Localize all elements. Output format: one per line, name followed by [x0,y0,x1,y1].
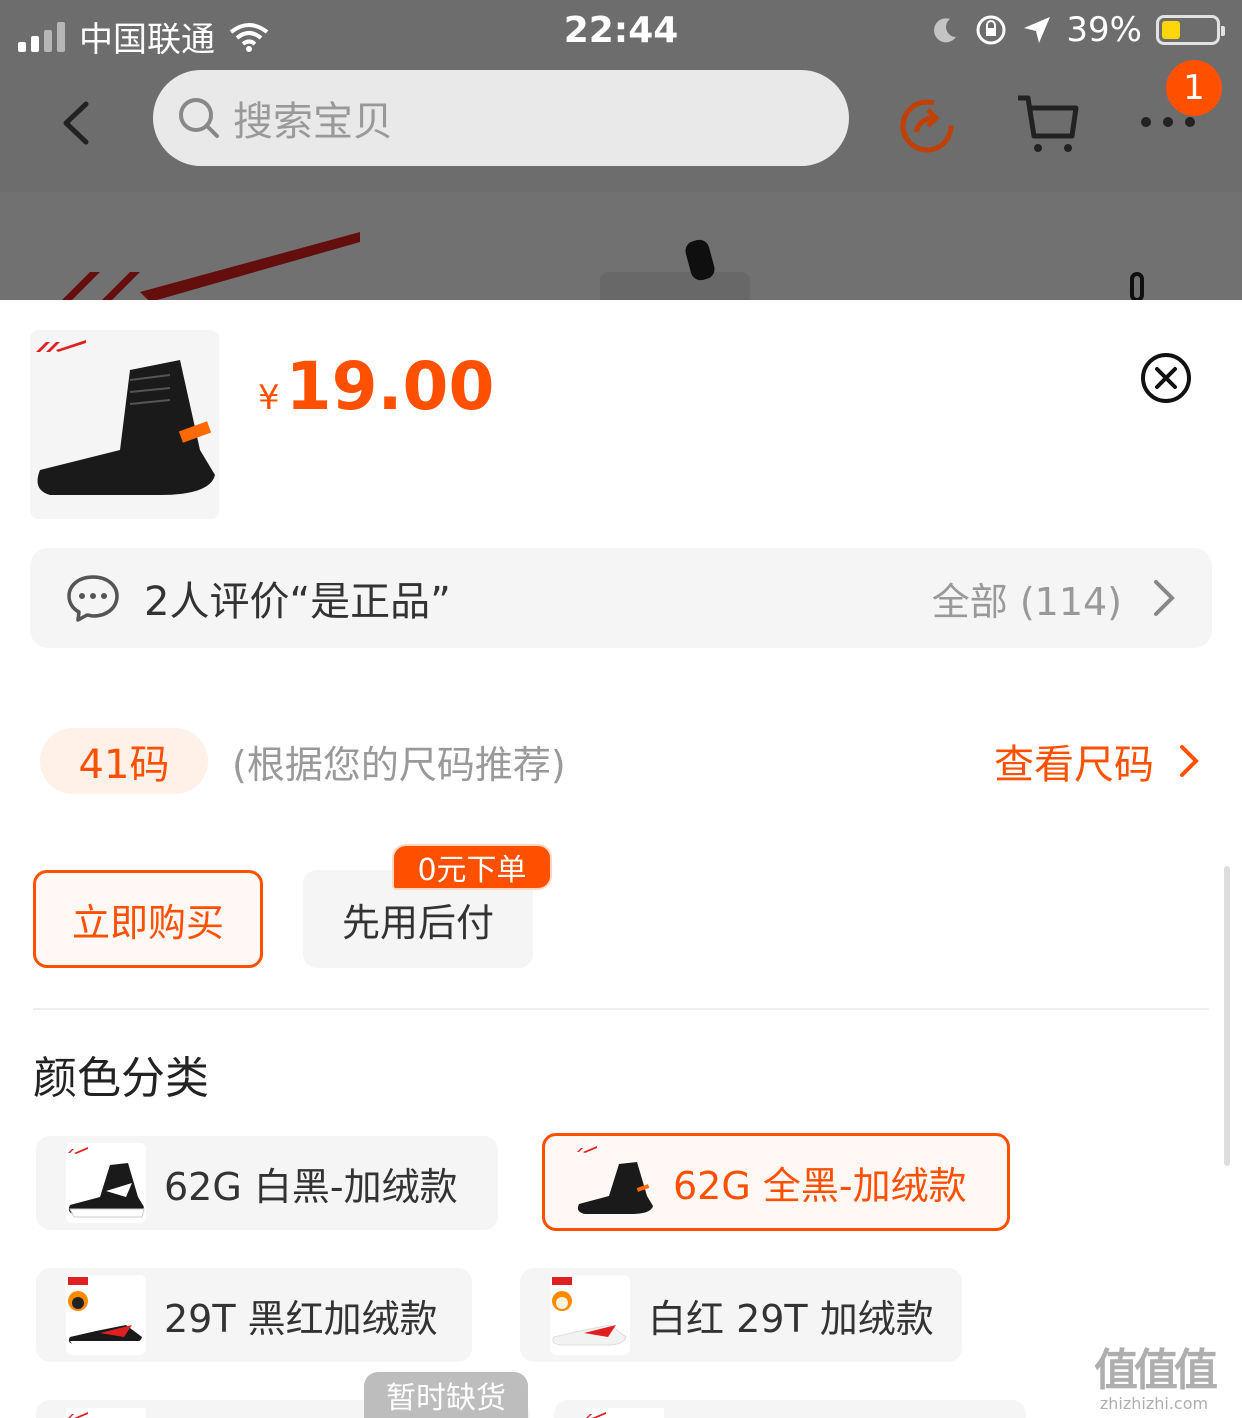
option-thumbnail [66,1275,146,1355]
search-input[interactable]: 搜索宝贝 [153,70,849,166]
soldout-tag: 暂时缺货 [364,1372,528,1418]
review-all-count: 全部 (114) [931,579,1122,624]
option-thumbnail [550,1275,630,1355]
currency-symbol: ¥ [258,378,280,418]
color-option[interactable]: 白红 29T 加绒款 [520,1268,962,1362]
buy-now-button[interactable]: 立即购买 [33,870,263,968]
color-option-selected[interactable]: 62G 全黑-加绒款 [542,1133,1010,1231]
moon-icon [934,18,957,43]
watermark-logo: 值值值 [1094,1345,1218,1396]
view-size-label: 查看尺码 [994,742,1154,788]
size-note: (根据您的尺码推荐) [232,742,566,787]
chevron-right-icon [1180,745,1199,777]
chat-bubble-icon [67,575,119,622]
option-label: 62G 全黑-加绒款 [673,1163,967,1208]
watermark: 值值值 zhizhizhi.com [1094,1334,1218,1413]
option-thumbnail [584,1408,664,1418]
close-icon[interactable] [1140,352,1192,404]
watermark-url: zhizhizhi.com [1099,1394,1209,1413]
recommended-size[interactable]: 41码 [40,728,208,794]
cart-icon[interactable] [1014,90,1080,156]
share-icon[interactable] [894,90,960,156]
chevron-right-icon [1154,580,1175,616]
size-recommendation: 41码 (根据您的尺码推荐) 查看尺码 [40,728,1200,794]
back-arrow-icon[interactable] [56,98,96,148]
color-option[interactable]: 29T 黑红加绒款 [36,1268,472,1362]
option-thumbnail [575,1142,655,1222]
option-label: 62G 白黑-加绒款 [164,1164,458,1209]
search-placeholder: 搜索宝贝 [233,99,393,145]
product-thumbnail [30,330,219,519]
zero-down-tag: 0元下单 [392,844,552,890]
message-badge: 1 [1166,60,1222,116]
review-summary[interactable]: 2人评价“是正品” 全部 (114) [30,548,1212,648]
rotation-lock-icon [976,15,1006,45]
color-section-title: 颜色分类 [33,1053,209,1104]
color-option[interactable] [554,1400,1026,1418]
color-option[interactable]: 62G 白黑-加绒款 [36,1136,498,1230]
option-label: 白红 29T 加绒款 [648,1296,934,1341]
divider [33,1008,1209,1010]
view-size-chart-link[interactable]: 查看尺码 [994,732,1200,790]
option-thumbnail [66,1143,146,1223]
top-nav-bar: 搜索宝贝 [0,64,1242,192]
price: ¥ 19.00 [258,348,494,425]
sku-selection-sheet: ¥ 19.00 2人评价“是正品” 全部 (114) 41码 (根据您的尺码推荐… [0,300,1242,1418]
option-thumbnail [66,1408,146,1418]
scrollbar[interactable] [1224,866,1230,1166]
battery-percent: 39% [1066,10,1142,50]
review-text: 2人评价“是正品” [144,579,451,625]
battery-icon [1156,15,1225,45]
search-icon [179,98,219,138]
option-label: 29T 黑红加绒款 [164,1296,438,1341]
location-icon [1024,17,1051,43]
status-bar: 中国联通 22:44 39% [0,0,1242,64]
price-value: 19.00 [285,348,495,425]
